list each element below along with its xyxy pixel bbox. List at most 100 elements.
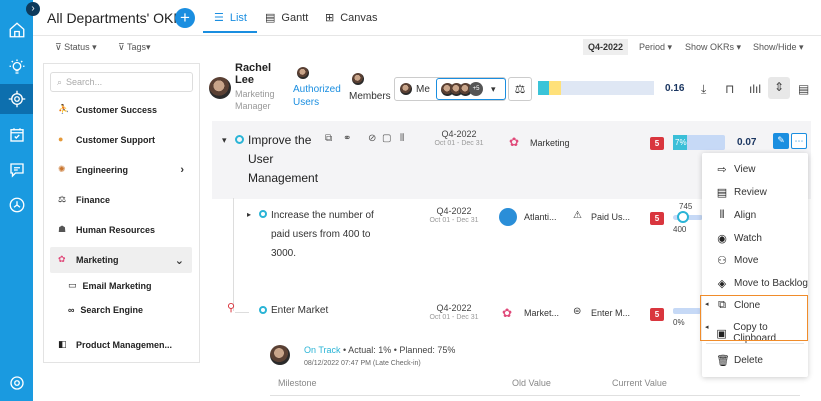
canvas-icon: ⊞ (325, 12, 335, 24)
filter-icon: ⊽ (55, 42, 65, 52)
menu-move-to-backlog[interactable]: ◈ Move to Backlog (716, 277, 808, 290)
priority-badge: 5 (650, 137, 664, 150)
link-icon[interactable]: ⧉ (325, 133, 332, 144)
checkin-planned: • Planned: 75% (393, 345, 456, 355)
dept-customer-success[interactable]: ⛹ Customer Success (50, 97, 192, 123)
product-icon: ◧ (58, 339, 67, 349)
period-dropdown[interactable]: Period ▾ (639, 42, 672, 53)
edit-pencil-icon[interactable]: ✎ (773, 133, 789, 149)
filter-bar: ⊽ Status ▾ ⊽ Tags▾ Q4-2022 Period ▾ Show… (33, 36, 821, 58)
members-select[interactable]: +5 ▾ (436, 78, 506, 100)
chain-icon[interactable]: ⚭ (343, 133, 351, 144)
layers-icon: ◈ (717, 278, 727, 290)
authorized-users-link[interactable]: Authorized Users (293, 83, 343, 109)
dept-marketing[interactable]: ✿ Marketing ⌄ (50, 247, 192, 273)
tab-canvas[interactable]: ⊞ Canvas (325, 11, 378, 25)
col-old-value: Old Value (512, 378, 551, 388)
checkin-date: 08/12/2022 07:47 PM (304, 360, 371, 367)
search-input[interactable]: ⌕ Search... (50, 72, 193, 92)
status-filter[interactable]: ⊽ Status ▾ (55, 42, 97, 53)
kr1-text[interactable]: Increase the number of paid users from 4… (271, 206, 379, 263)
kr1-team: Atlanti... (524, 212, 557, 222)
show-hide-dropdown[interactable]: Show/Hide ▾ (753, 42, 804, 53)
col-current-value: Current Value (612, 378, 667, 388)
quarter-badge[interactable]: Q4-2022 (583, 39, 629, 55)
overall-progress-bar (538, 81, 654, 95)
kr1-slider-thumb[interactable] (677, 211, 689, 223)
caret-left-icon: ◂ (705, 324, 709, 331)
objective-period: Q4-2022 Oct 01 - Dec 31 (434, 129, 484, 147)
comments-icon[interactable]: ▤ (798, 82, 809, 96)
dept-finance[interactable]: ⚖ Finance (50, 187, 192, 213)
tags-filter[interactable]: ⊽ Tags▾ (118, 42, 150, 53)
menu-watch[interactable]: ◉ Watch (716, 232, 762, 245)
sub-email-marketing[interactable]: ▭ Email Marketing (68, 280, 152, 291)
marketing-icon: ✿ (509, 135, 520, 149)
calendar-check-icon[interactable] (0, 120, 33, 150)
caret-right-icon[interactable]: ▸ (247, 210, 251, 219)
chat-icon[interactable] (0, 155, 33, 185)
menu-align[interactable]: ⫴ Align (716, 209, 757, 222)
okr-context-menu: ⇨ View ▤ Review ⫴ Align ◉ Watch ⚇ Move ◈ Move … (702, 153, 808, 377)
caret-left-icon: ◂ (705, 301, 709, 308)
kr-status-dot (259, 306, 267, 314)
sort-icon[interactable]: ⇕ (774, 80, 784, 94)
objective-status-dot (235, 135, 244, 144)
home-icon[interactable] (0, 15, 33, 45)
overall-score: 0.16 (665, 83, 685, 94)
milestone-table-header: Milestone Old Value Current Value (270, 376, 800, 396)
owner-name: Rachel Lee (235, 62, 272, 86)
lightbulb-icon[interactable] (0, 52, 33, 82)
menu-review[interactable]: ▤ Review (716, 186, 767, 199)
menu-divider (706, 343, 804, 344)
dept-product-management[interactable]: ◧ Product Managemen... (50, 332, 192, 358)
show-okrs-dropdown[interactable]: Show OKRs ▾ (685, 42, 741, 53)
engineering-icon: ✺ (58, 164, 66, 174)
presentation-icon[interactable]: ⊓ (725, 82, 734, 96)
sub-search-engine[interactable]: ∞ Search Engine (68, 305, 143, 315)
settings-icon[interactable] (0, 368, 33, 398)
top-bar: All Departments' OKRs + ☰ List ▤ Gantt ⊞… (33, 0, 821, 36)
target-icon[interactable] (0, 84, 33, 114)
kr1-metric: Paid Us... (591, 212, 631, 222)
customer-support-icon: ● (58, 134, 64, 144)
menu-view[interactable]: ⇨ View (716, 163, 755, 176)
authorized-user-avatar (297, 67, 309, 79)
priority-badge: 5 (650, 212, 664, 225)
more-options-button[interactable]: ⋯ (791, 133, 807, 149)
menu-delete[interactable]: 🗑 Delete (716, 354, 763, 367)
search-icon: ⌕ (57, 76, 63, 87)
kr2-text[interactable]: Enter Market (271, 301, 328, 320)
checkin-status: On Track (304, 345, 341, 355)
chevron-down-icon: ▾ (491, 83, 496, 94)
highlight-box (700, 295, 808, 341)
triangle-icon: ⚠ (573, 210, 582, 221)
marketing-icon: ✿ (58, 254, 66, 264)
kr2-progress: 0% (673, 318, 685, 327)
members-link[interactable]: Members (349, 90, 391, 103)
menu-move[interactable]: ⚇ Move (716, 254, 758, 267)
active-tab-indicator (203, 31, 257, 33)
dept-engineering[interactable]: ✺ Engineering › (50, 157, 192, 183)
kr2-metric: Enter M... (591, 308, 631, 318)
marketing-icon: ✿ (502, 306, 513, 320)
caret-down-icon[interactable]: ▾ (222, 135, 227, 146)
dept-human-resources[interactable]: ☗ Human Resources (50, 217, 192, 243)
dept-customer-support[interactable]: ● Customer Support (50, 127, 192, 153)
tab-list[interactable]: ☰ List (214, 11, 247, 25)
app-rail (0, 0, 33, 401)
align-icon[interactable]: ⫴ (400, 133, 404, 144)
tag-icon[interactable]: ⊘ (368, 133, 376, 144)
add-okr-button[interactable]: + (175, 8, 195, 28)
gauge-icon[interactable] (0, 190, 33, 220)
chevron-right-icon[interactable]: › (180, 164, 184, 176)
align-icon: ⫴ (719, 209, 725, 221)
tab-gantt[interactable]: ▤ Gantt (265, 11, 308, 25)
document-icon[interactable]: ▢ (382, 133, 391, 144)
owner-bar: Rachel Lee Marketing Manager Authorized … (207, 58, 821, 116)
objective-title[interactable]: Improve the User Management (248, 131, 328, 188)
chevron-down-icon[interactable]: ⌄ (175, 254, 184, 267)
download-icon[interactable]: ⤓ (701, 82, 706, 97)
chart-icon[interactable]: ılıl (749, 82, 761, 96)
balance-icon[interactable]: ⚖ (508, 77, 532, 101)
